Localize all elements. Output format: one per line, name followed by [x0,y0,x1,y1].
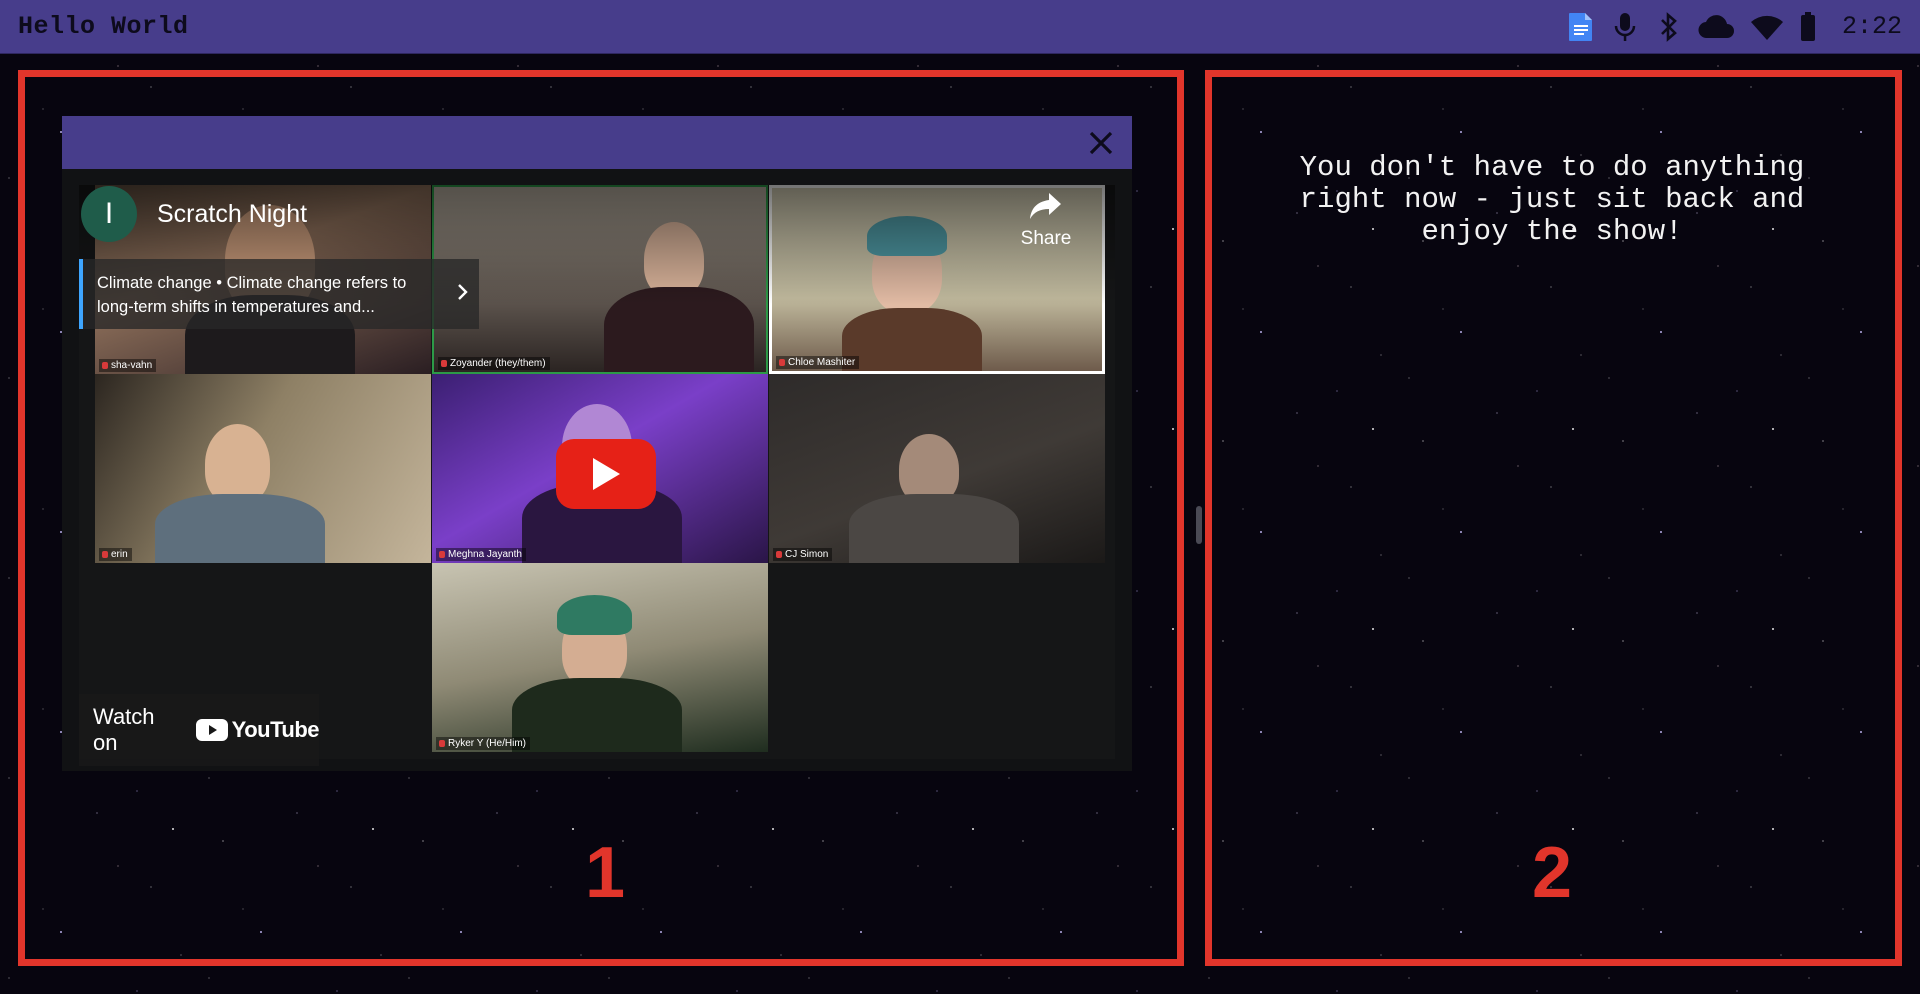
chevron-right-icon [457,283,469,308]
app-title: Hello World [18,12,189,41]
instructions-text: You don't have to do anything right now … [1299,151,1805,248]
docs-icon[interactable] [1566,12,1596,42]
participant-name: Chloe Mashiter [776,356,860,369]
share-icon [1030,193,1061,219]
panel-2-number: 2 [1532,833,1573,913]
participant-name: Ryker Y (He/Him) [436,737,530,750]
youtube-wordmark: YouTube [231,717,320,742]
channel-avatar[interactable]: I [81,186,137,242]
status-bar: Hello World 2:22 [0,0,1920,54]
close-icon [1089,131,1113,155]
participant-name: sha-vahn [99,359,157,372]
clock: 2:22 [1841,12,1902,41]
play-button[interactable] [556,439,656,509]
panel-1-number: 1 [585,833,626,913]
youtube-play-icon [195,719,228,741]
close-button[interactable] [1086,128,1116,158]
play-icon [593,458,620,490]
participant-name: erin [99,548,132,561]
participant-name: Meghna Jayanth [436,548,526,561]
video-title[interactable]: Scratch Night [157,200,307,229]
panel-2-frame: You don't have to do anything right now … [1205,70,1902,966]
resize-handle[interactable] [1196,506,1202,544]
participant-tile: erin [95,374,431,563]
watch-on-label: Watch on [93,704,155,755]
topic-card[interactable]: Climate change • Climate change refers t… [79,259,479,329]
video-popup: sha-vahn Zoyander (they/them) Chloe Mash… [62,116,1132,771]
watch-on-youtube-button[interactable]: Watch on YouTube [79,694,320,766]
participant-name: CJ Simon [773,548,833,561]
popup-header [62,116,1132,169]
battery-icon[interactable] [1798,11,1818,42]
mic-icon[interactable] [1610,12,1640,42]
topic-card-text: Climate change • Climate change refers t… [97,274,407,316]
system-tray: 2:22 [1566,11,1902,42]
participant-tile: Ryker Y (He/Him) [432,563,768,752]
cloud-icon[interactable] [1698,12,1736,42]
share-label: Share [1020,228,1072,249]
youtube-logo: YouTube [195,717,320,743]
bluetooth-icon[interactable] [1654,11,1684,42]
participant-tile: CJ Simon [769,374,1105,563]
youtube-embed[interactable]: sha-vahn Zoyander (they/them) Chloe Mash… [79,185,1115,766]
participant-name: Zoyander (they/them) [438,357,550,370]
wifi-icon[interactable] [1750,12,1784,42]
share-button[interactable]: Share [1011,191,1081,250]
